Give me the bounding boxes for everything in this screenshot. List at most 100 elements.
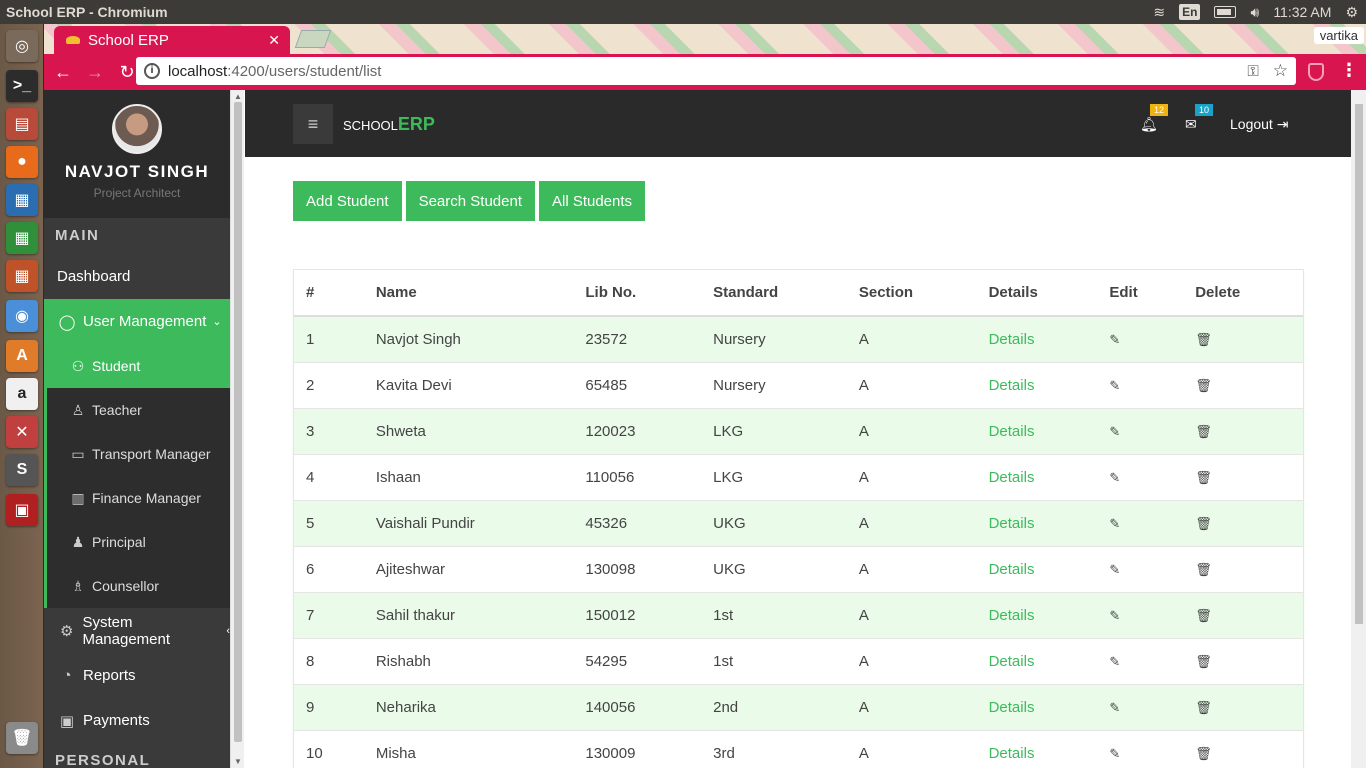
messages-button[interactable]: ✉ 10 xyxy=(1185,104,1214,133)
avatar[interactable] xyxy=(112,104,162,154)
sidebar-item-teacher[interactable]: ♙ Teacher xyxy=(44,388,230,432)
pencil-icon[interactable]: ✎ xyxy=(1109,378,1120,393)
trash-icon[interactable]: 🗑︎ xyxy=(1195,378,1212,393)
pencil-icon[interactable]: ✎ xyxy=(1109,608,1120,623)
scroll-up-icon[interactable]: ▲ xyxy=(234,92,242,101)
sidebar-scrollbar[interactable]: ▲ ▼ xyxy=(230,90,244,768)
brand-logo[interactable]: SCHOOLERP xyxy=(343,114,435,135)
system-gear-icon[interactable]: ⚙ xyxy=(1345,4,1358,21)
sidebar-item-counsellor[interactable]: ♗ Counsellor xyxy=(44,564,230,608)
pencil-icon[interactable]: ✎ xyxy=(1109,424,1120,439)
pencil-icon[interactable]: ✎ xyxy=(1109,332,1120,347)
amazon-icon[interactable]: a xyxy=(6,378,38,410)
writer-icon[interactable]: ▦ xyxy=(6,184,38,216)
settings-tools-icon[interactable]: ✕ xyxy=(6,416,38,448)
search-student-button[interactable]: Search Student xyxy=(405,181,535,221)
trash-icon[interactable]: 🗑︎ xyxy=(1195,562,1212,577)
profile-button[interactable]: vartika xyxy=(1313,27,1364,44)
standard: Nursery xyxy=(701,315,847,362)
details-link[interactable]: Details xyxy=(976,591,1098,638)
sidebar-item-payments[interactable]: ▣ Payments xyxy=(44,698,230,743)
sidebar-item-student[interactable]: ⚇ Student xyxy=(44,344,230,388)
trash-icon[interactable]: 🗑︎ xyxy=(1195,608,1212,623)
battery-icon[interactable] xyxy=(1214,6,1237,18)
pencil-icon[interactable]: ✎ xyxy=(1109,654,1120,669)
details-link[interactable]: Details xyxy=(976,729,1098,768)
web-page: NAVJOT SINGH Project Architect MAIN Dash… xyxy=(44,90,1366,768)
keyboard-language[interactable]: En xyxy=(1179,4,1201,20)
bookmark-star-icon[interactable]: ☆ xyxy=(1273,61,1288,81)
software-center-icon[interactable]: A xyxy=(6,340,38,372)
browser-tab[interactable]: School ERP ✕ xyxy=(54,26,290,54)
trash-icon[interactable]: 🗑︎ xyxy=(1195,746,1212,761)
details-link[interactable]: Details xyxy=(976,545,1098,592)
sidebar-item-user-management[interactable]: ◯ User Management ⌄ xyxy=(44,299,230,344)
page-scrollbar[interactable] xyxy=(1351,90,1366,768)
trash-icon[interactable]: 🗑︎ xyxy=(1195,654,1212,669)
site-info-icon[interactable]: i xyxy=(144,63,160,79)
lib-number: 45326 xyxy=(573,499,702,546)
pencil-icon[interactable]: ✎ xyxy=(1109,470,1120,485)
details-link[interactable]: Details xyxy=(976,361,1098,408)
trash-icon[interactable]: 🗑︎ xyxy=(1195,470,1212,485)
files-icon[interactable]: ▤ xyxy=(6,108,38,140)
details-link[interactable]: Details xyxy=(976,453,1098,500)
impress-icon[interactable]: ▦ xyxy=(6,260,38,292)
delete-cell: 🗑︎ xyxy=(1183,499,1303,546)
sidebar-item-label: Dashboard xyxy=(57,268,131,285)
key-icon[interactable]: ⚿ xyxy=(1247,63,1258,80)
workspace-icon[interactable]: ▣ xyxy=(6,494,38,526)
new-tab-button[interactable] xyxy=(294,30,332,48)
details-link[interactable]: Details xyxy=(976,637,1098,684)
forward-icon[interactable]: → xyxy=(82,59,108,85)
details-link[interactable]: Details xyxy=(976,407,1098,454)
back-icon[interactable]: ← xyxy=(50,59,76,85)
sidebar-item-label: Counsellor xyxy=(92,578,159,594)
url-host: localhost xyxy=(168,62,228,80)
table-row: 8 Rishabh 54295 1st A Details ✎ 🗑︎ xyxy=(294,637,1303,684)
sidebar-item-transport-manager[interactable]: ▭ Transport Manager xyxy=(44,432,230,476)
edit-cell: ✎ xyxy=(1097,591,1184,638)
trash-icon[interactable]: 🗑 xyxy=(6,722,38,754)
details-link[interactable]: Details xyxy=(976,683,1098,730)
pencil-icon[interactable]: ✎ xyxy=(1109,516,1120,531)
pencil-icon[interactable]: ✎ xyxy=(1109,700,1120,715)
address-bar[interactable]: i localhost:4200/users/student/list ⚿ ☆ xyxy=(136,57,1296,85)
sidebar-item-reports[interactable]: ◔ Reports xyxy=(44,653,230,698)
add-student-button[interactable]: Add Student xyxy=(293,181,402,221)
extension-shield-icon[interactable] xyxy=(1308,63,1324,81)
sublime-icon[interactable]: S xyxy=(6,454,38,486)
sidebar-item-principal[interactable]: ♟ Principal xyxy=(44,520,230,564)
details-link[interactable]: Details xyxy=(976,315,1098,362)
menu-toggle-button[interactable]: ≡ xyxy=(293,104,333,144)
sidebar-item-system-management[interactable]: ⚙ System Management ‹ xyxy=(44,608,230,653)
notifications-button[interactable]: 🔔︎ 12 xyxy=(1140,104,1169,133)
firefox-icon[interactable]: ● xyxy=(6,146,38,178)
dash-icon[interactable]: ◎ xyxy=(6,30,38,62)
trash-icon[interactable]: 🗑︎ xyxy=(1195,700,1212,715)
section: A xyxy=(846,315,977,362)
sidebar-scroll-thumb[interactable] xyxy=(234,102,242,742)
page-scroll-thumb[interactable] xyxy=(1355,104,1363,624)
scroll-down-icon[interactable]: ▼ xyxy=(234,757,242,766)
logout-link[interactable]: Logout ⇥ xyxy=(1230,116,1288,133)
browser-menu-icon[interactable]: ⋮ xyxy=(1340,60,1358,81)
details-link[interactable]: Details xyxy=(976,499,1098,546)
all-students-button[interactable]: All Students xyxy=(538,181,646,221)
trash-icon[interactable]: 🗑︎ xyxy=(1195,424,1212,439)
sidebar-item-dashboard[interactable]: Dashboard xyxy=(44,254,230,299)
volume-icon[interactable]: 🔊︎ xyxy=(1250,4,1259,21)
sidebar-item-label: Transport Manager xyxy=(92,446,211,462)
trash-icon[interactable]: 🗑︎ xyxy=(1195,516,1212,531)
trash-icon[interactable]: 🗑︎ xyxy=(1195,332,1212,347)
terminal-icon[interactable]: >_ xyxy=(6,70,38,102)
clock[interactable]: 11:32 AM xyxy=(1273,4,1331,20)
pencil-icon[interactable]: ✎ xyxy=(1109,746,1120,761)
close-tab-icon[interactable]: ✕ xyxy=(268,32,280,49)
chromium-icon[interactable]: ◉ xyxy=(6,300,38,332)
sidebar-item-finance-manager[interactable]: ▥ Finance Manager xyxy=(44,476,230,520)
column-header: Lib No. xyxy=(573,270,702,317)
pencil-icon[interactable]: ✎ xyxy=(1109,562,1120,577)
wifi-icon[interactable]: ≋ xyxy=(1153,4,1165,21)
calc-icon[interactable]: ▦ xyxy=(6,222,38,254)
